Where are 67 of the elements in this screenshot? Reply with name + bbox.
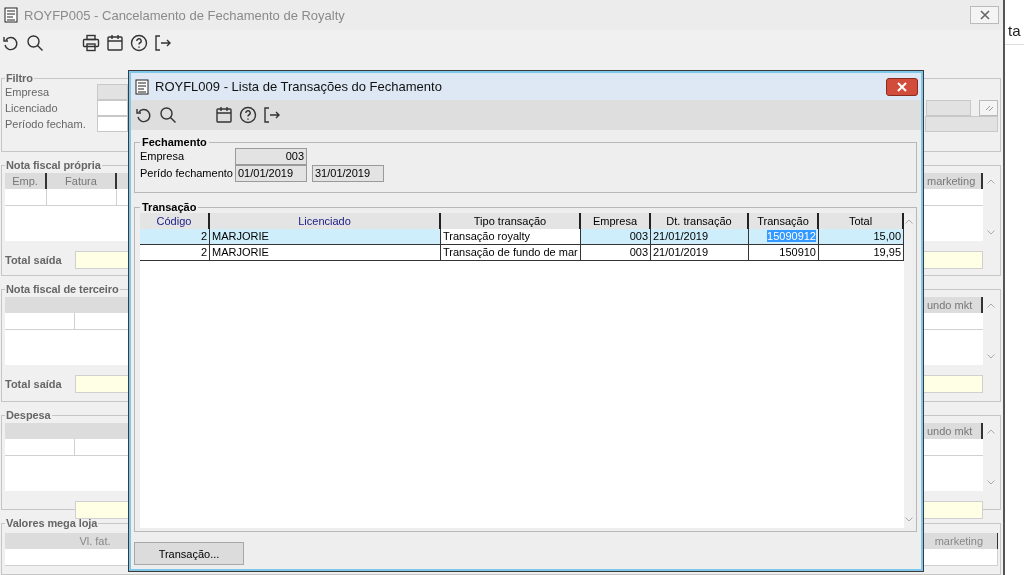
table-cell: 2: [140, 229, 210, 245]
transaction-button[interactable]: Transação...: [134, 542, 244, 565]
scroll-down-icon[interactable]: [986, 354, 995, 359]
input-field[interactable]: [97, 100, 128, 116]
table-cell: 003: [581, 245, 651, 261]
help-icon[interactable]: [130, 34, 148, 52]
help-icon[interactable]: [239, 106, 257, 124]
scroll-up-icon[interactable]: [904, 219, 913, 224]
undo-icon[interactable]: [135, 106, 153, 124]
table-cell: Transação de fundo de mar: [441, 245, 581, 261]
date-field[interactable]: 31/01/2019: [312, 165, 384, 182]
group-title: Despesa: [5, 409, 52, 421]
exit-icon[interactable]: [263, 106, 281, 124]
search-icon[interactable]: [159, 106, 177, 124]
scroll-down-icon[interactable]: [904, 517, 913, 522]
calendar-icon[interactable]: [106, 34, 124, 52]
window-text: ta: [1008, 22, 1022, 39]
undo-icon[interactable]: [2, 34, 20, 52]
group-title: Filtro: [5, 72, 34, 84]
scroll-down-icon[interactable]: [986, 230, 995, 235]
scroll-up-icon[interactable]: [986, 179, 995, 184]
field-label: Empresa: [5, 85, 51, 100]
scroll-up-icon[interactable]: [986, 429, 995, 434]
calendar-icon[interactable]: [215, 106, 233, 124]
table-cell: 15090912: [749, 229, 819, 245]
group-title: Fechamento: [141, 136, 208, 148]
scroll-down-icon[interactable]: [986, 480, 995, 485]
table-cell: MARJORIE: [210, 245, 441, 261]
empresa-field[interactable]: 003: [235, 148, 307, 165]
field-label: Período fecham.: [5, 117, 87, 132]
close-button[interactable]: [886, 77, 918, 96]
table-cell: Transação royalty: [441, 229, 581, 245]
group-title: Transação: [141, 201, 198, 213]
field-label: Perído fechamento: [140, 166, 234, 181]
dialog-title: ROYFL009 - Lista de Transações do Fechamento: [155, 79, 442, 94]
total-label: Total saída: [5, 377, 63, 392]
hatch-icon: [983, 103, 994, 113]
table-row[interactable]: 2 MARJORIE Transação royalty 003 21/01/2019 15090912 15,00: [140, 229, 904, 245]
close-button[interactable]: [970, 6, 999, 24]
scroll-up-icon[interactable]: [986, 303, 995, 308]
close-icon: [979, 10, 990, 20]
table-cell: 21/01/2019: [651, 229, 749, 245]
input-field[interactable]: [97, 84, 128, 100]
table-cell: 150910: [749, 245, 819, 261]
date-field[interactable]: 01/01/2019: [235, 165, 307, 182]
window-title: ROYFP005 - Cancelamento de Fechamento de Royalty: [24, 7, 345, 23]
document-icon: [135, 78, 149, 95]
input-field[interactable]: [926, 100, 971, 116]
group-title: Valores mega loja: [5, 517, 99, 529]
table-cell: 21/01/2019: [651, 245, 749, 261]
table-cell: MARJORIE: [210, 229, 441, 245]
search-icon[interactable]: [26, 34, 44, 52]
close-icon: [897, 81, 907, 92]
table-cell: 2: [140, 245, 210, 261]
table-row[interactable]: 2 MARJORIE Transação de fundo de mar 003 21/01/2019 150910 19,95: [140, 245, 904, 261]
exit-icon[interactable]: [154, 34, 172, 52]
table-cell: 003: [581, 229, 651, 245]
field-label: Licenciado: [5, 101, 59, 116]
document-icon: [4, 7, 18, 23]
input-field[interactable]: [97, 116, 128, 132]
total-label: Total saída: [5, 253, 63, 268]
group-title: Nota fiscal de terceiro: [5, 283, 120, 295]
lookup-button[interactable]: [979, 100, 998, 116]
field-label: Empresa: [140, 149, 186, 164]
printer-icon[interactable]: [82, 34, 100, 52]
group-title: Nota fiscal própria: [5, 159, 102, 171]
input-field[interactable]: [925, 116, 998, 132]
